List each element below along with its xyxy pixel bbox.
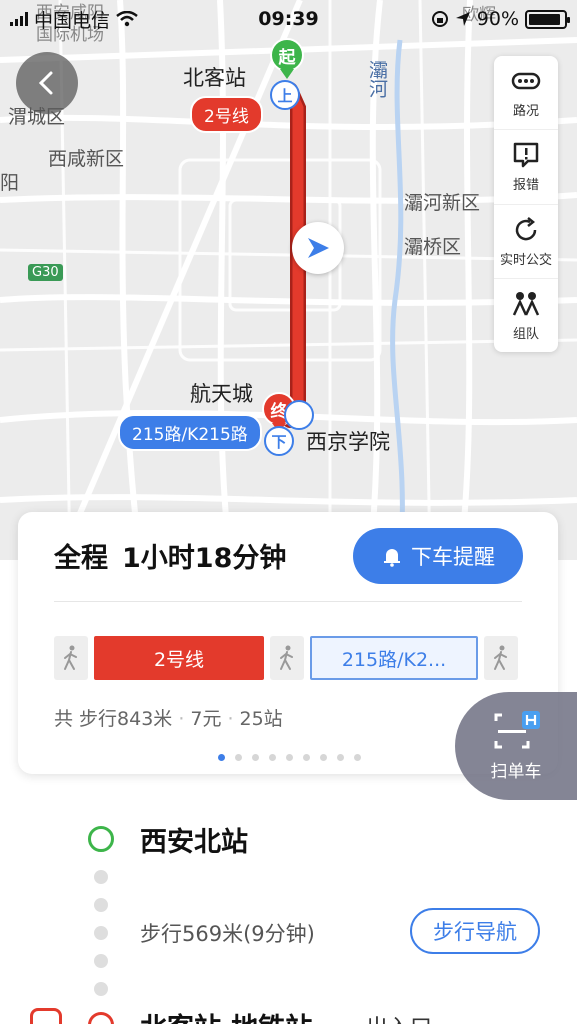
- scan-bike-label: 扫单车: [490, 761, 542, 782]
- map-label-xijing: 西京学院: [306, 430, 390, 454]
- start-station-marker: [88, 826, 114, 852]
- card-divider: [54, 601, 522, 602]
- map-label-yang: 阳: [0, 172, 20, 194]
- battery-icon: [525, 9, 570, 29]
- page-indicator: [218, 754, 361, 761]
- route-segments: 2号线 215路/K2...: [54, 636, 518, 680]
- map-toolbar: 路况 报错 实时公交 组队: [494, 56, 558, 352]
- back-button[interactable]: [16, 52, 78, 114]
- highway-badge-g30: G30: [28, 264, 63, 281]
- page-dot: [269, 754, 276, 761]
- map-label-baqiao: 灞桥区: [404, 236, 462, 258]
- walk-segment-3: [484, 636, 518, 680]
- step-dot: [94, 898, 108, 912]
- route-title: 全程 1小时18分钟: [54, 536, 286, 575]
- carrier-name: 中国电信: [34, 9, 111, 32]
- map-label-baheqixin: 灞河新区: [404, 192, 481, 214]
- page-dot: [320, 754, 327, 761]
- refresh-icon: [515, 216, 537, 240]
- route-tag-line2[interactable]: 2号线: [190, 96, 263, 133]
- rotation-lock-icon: [431, 11, 448, 27]
- end-ring-marker: [284, 400, 314, 430]
- walk-segment-2: [270, 636, 304, 680]
- walk-navigation-button[interactable]: 步行导航: [410, 908, 540, 954]
- route-duration: 1小时18分钟: [122, 543, 287, 574]
- bell-icon: [384, 549, 400, 567]
- toolbar-report[interactable]: 报错: [494, 130, 558, 205]
- start-pin-label: 起: [270, 38, 304, 72]
- toolbar-team-label: 组队: [512, 326, 539, 342]
- board-marker[interactable]: 上: [270, 80, 300, 110]
- station-exit-label: 出入口: [366, 1010, 432, 1024]
- toolbar-realtime-bus[interactable]: 实时公交: [494, 205, 558, 279]
- traffic-icon: [511, 72, 541, 90]
- status-bar: 中国电信 09:39 90%: [0, 0, 577, 38]
- step-dot: [94, 982, 108, 996]
- alight-reminder-button[interactable]: 下车提醒: [353, 528, 523, 584]
- walking-icon: [64, 645, 77, 670]
- team-icon: [512, 291, 540, 316]
- route-map[interactable]: 西安咸阳 国际机场 北客站 渭城区 西咸新区 阳 灞河 灞河新区 灞桥区 航天城…: [0, 0, 577, 560]
- walk-segment-1: [54, 636, 88, 680]
- location-services-icon: [455, 12, 470, 26]
- battery-percent: 90%: [476, 8, 519, 30]
- page-dot: [354, 754, 361, 761]
- walking-icon: [280, 645, 293, 670]
- toolbar-traffic[interactable]: 路况: [494, 56, 558, 131]
- navigation-arrow-icon: [308, 238, 329, 258]
- next-station-name[interactable]: 北客站·地铁站: [140, 1006, 312, 1024]
- start-station-name[interactable]: 西安北站: [140, 820, 248, 859]
- walk-step-text: 步行569米(9分钟): [140, 922, 315, 946]
- scan-bike-icon: [494, 710, 540, 748]
- step-dot: [94, 954, 108, 968]
- page-dot: [286, 754, 293, 761]
- toolbar-realtime-bus-label: 实时公交: [499, 252, 552, 268]
- segment-bus: 215路/K2...: [310, 636, 478, 680]
- chevron-left-icon: [38, 71, 53, 95]
- page-dot: [252, 754, 259, 761]
- segment-line2: 2号线: [94, 636, 264, 680]
- page-dot: [337, 754, 344, 761]
- location-arrow[interactable]: [292, 222, 344, 274]
- summary-fare: 7元: [190, 708, 222, 730]
- page-dot: [303, 754, 310, 761]
- summary-stops: 25站: [239, 708, 283, 730]
- toolbar-report-label: 报错: [512, 178, 539, 194]
- page-dot: [235, 754, 242, 761]
- status-right: 90%: [431, 8, 570, 30]
- start-pin: 起: [270, 38, 304, 79]
- scan-bike-button[interactable]: 扫单车: [455, 692, 577, 800]
- step-dot: [94, 870, 108, 884]
- alight-marker[interactable]: 下: [264, 426, 294, 456]
- total-label: 全程: [54, 543, 108, 574]
- map-label-hangtian: 航天城: [190, 382, 253, 406]
- page-dot: [218, 754, 225, 761]
- route-tag-bus[interactable]: 215路/K215路: [118, 414, 262, 451]
- signal-icon: [10, 12, 28, 26]
- map-label-xixian: 西咸新区: [48, 148, 125, 170]
- report-icon: [513, 143, 539, 168]
- status-left: 中国电信: [10, 6, 138, 33]
- route-summary-text: 共 步行843米 · 7元 · 25站: [54, 708, 283, 730]
- step-dot: [94, 926, 108, 940]
- summary-walk: 共 步行843米: [54, 708, 173, 730]
- toolbar-team[interactable]: 组队: [494, 279, 558, 352]
- walking-icon: [494, 645, 507, 670]
- subway-icon: [30, 1008, 62, 1024]
- map-label-beikezhan: 北客站: [183, 66, 246, 90]
- alight-reminder-label: 下车提醒: [411, 545, 495, 569]
- toolbar-traffic-label: 路况: [512, 104, 539, 120]
- wifi-icon: [116, 11, 138, 27]
- map-label-bahe: 灞河: [366, 60, 388, 98]
